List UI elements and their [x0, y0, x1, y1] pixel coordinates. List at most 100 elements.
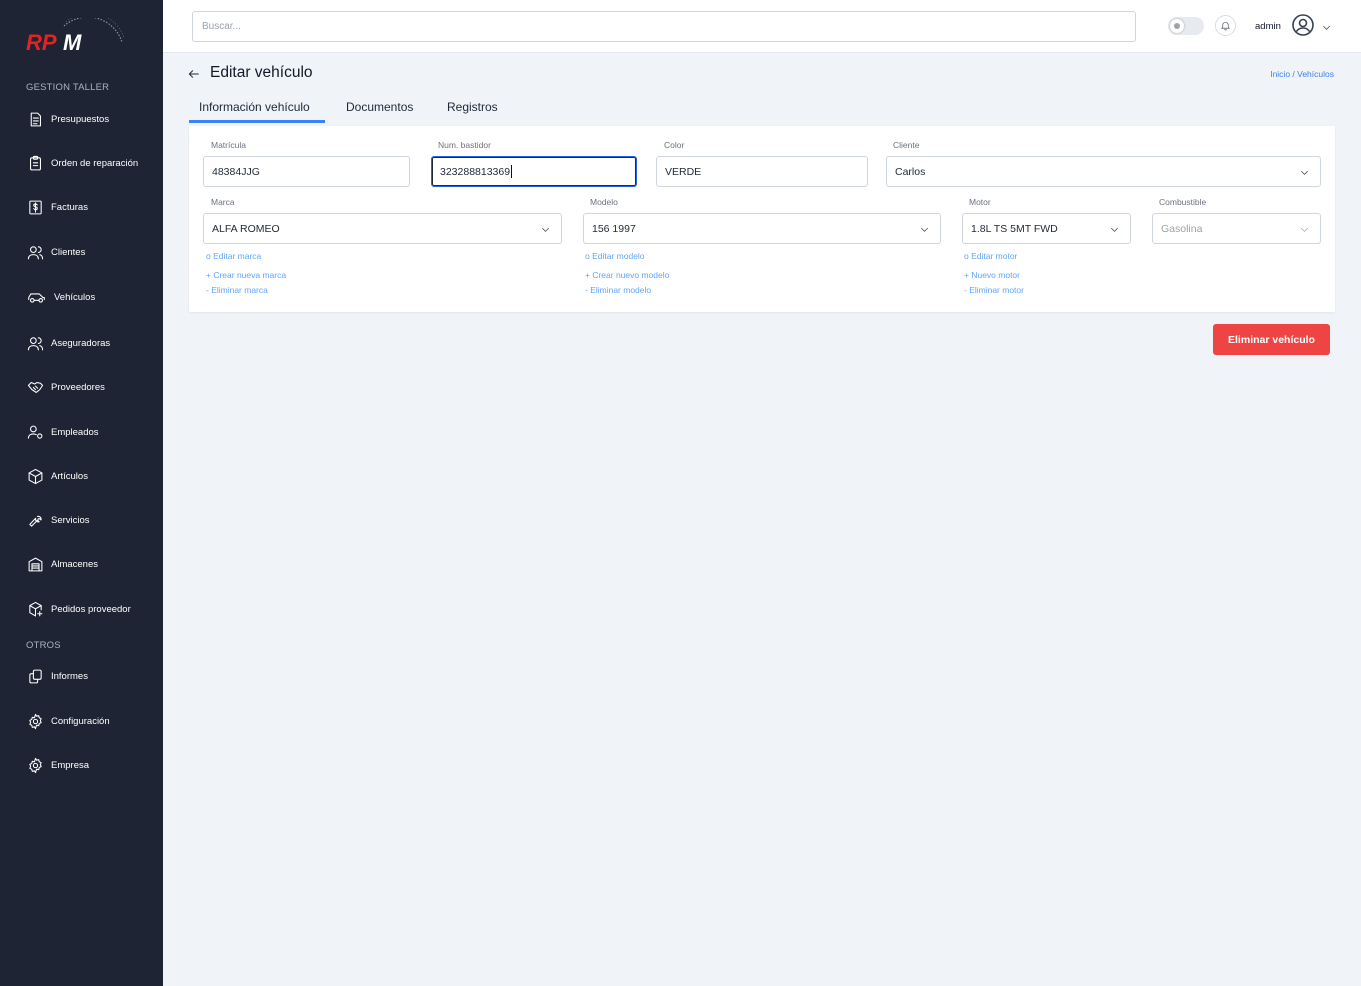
sidebar-item-empresa[interactable]: Empresa — [26, 754, 89, 776]
sidebar: RP M GESTION TALLER Presupuestos Orden d… — [0, 0, 163, 986]
car-icon — [26, 288, 47, 306]
wrench-icon — [26, 511, 44, 529]
theme-toggle[interactable] — [1168, 17, 1204, 35]
box-icon — [26, 467, 44, 485]
sidebar-item-label: Vehículos — [54, 291, 96, 303]
sidebar-item-almacenes[interactable]: Almacenes — [26, 553, 98, 575]
sidebar-item-label: Almacenes — [51, 558, 98, 570]
user-settings-icon — [26, 423, 44, 441]
combustible-value: Gasolina — [1161, 222, 1203, 235]
sidebar-item-label: Clientes — [51, 246, 86, 258]
package-add-icon — [26, 600, 44, 618]
chevron-down-icon — [540, 224, 551, 235]
delete-modelo-link[interactable]: - Eliminar modelo — [585, 285, 651, 295]
svg-text:M: M — [63, 30, 82, 55]
sidebar-item-presupuestos[interactable]: Presupuestos — [26, 108, 109, 130]
sidebar-item-articulos[interactable]: Artículos — [26, 465, 88, 487]
text-caret — [511, 165, 513, 178]
users-icon — [26, 243, 44, 261]
matricula-field[interactable]: 48384JJG — [203, 156, 410, 187]
topbar: admin — [163, 0, 1361, 53]
clipboard-icon — [26, 154, 44, 172]
sidebar-item-label: Informes — [51, 670, 88, 682]
sidebar-item-label: Presupuestos — [51, 113, 110, 125]
sidebar-item-label: Configuración — [51, 715, 110, 727]
combustible-label: Combustible — [1159, 197, 1207, 207]
users-icon — [26, 334, 44, 352]
delete-marca-link[interactable]: - Eliminar marca — [206, 285, 268, 295]
tab-documentos[interactable]: Documentos — [346, 100, 413, 114]
handshake-icon — [26, 378, 44, 396]
color-value: VERDE — [665, 165, 702, 178]
color-label: Color — [664, 140, 685, 150]
color-field[interactable]: VERDE — [656, 156, 868, 187]
sidebar-item-orden-reparacion[interactable]: Orden de reparación — [26, 152, 138, 174]
edit-modelo-link[interactable]: o Editar modelo — [585, 251, 645, 261]
gear-icon — [26, 712, 44, 730]
sidebar-item-label: Empresa — [51, 759, 90, 771]
sidebar-item-clientes[interactable]: Clientes — [26, 241, 85, 263]
bell-icon[interactable] — [1215, 15, 1236, 36]
warehouse-icon — [26, 555, 44, 573]
chevron-down-icon — [1299, 224, 1310, 235]
chevron-down-icon — [1109, 224, 1120, 235]
combustible-select[interactable]: Gasolina — [1152, 213, 1321, 244]
sidebar-item-pedidos-proveedor[interactable]: Pedidos proveedor — [26, 598, 131, 620]
sidebar-item-label: Pedidos proveedor — [51, 603, 131, 615]
sidebar-item-facturas[interactable]: Facturas — [26, 196, 88, 218]
sidebar-item-label: Orden de reparación — [51, 157, 139, 169]
create-modelo-link[interactable]: + Crear nuevo modelo — [585, 270, 669, 280]
search-input[interactable] — [192, 11, 1136, 42]
chevron-down-icon — [919, 224, 930, 235]
rpm-logo[interactable]: RP M — [26, 12, 126, 56]
gear-icon — [26, 756, 44, 774]
edit-motor-link[interactable]: o Editar motor — [964, 251, 1017, 261]
sidebar-item-label: Proveedores — [51, 381, 105, 393]
sidebar-item-aseguradoras[interactable]: Aseguradoras — [26, 332, 110, 354]
sidebar-item-label: Aseguradoras — [51, 337, 111, 349]
sidebar-item-informes[interactable]: Informes — [26, 665, 88, 687]
delete-vehicle-button[interactable]: Eliminar vehículo — [1213, 324, 1330, 355]
section-gestion-taller: GESTION TALLER — [26, 82, 110, 93]
cliente-label: Cliente — [893, 140, 920, 150]
modelo-value: 156 1997 — [592, 222, 636, 235]
sidebar-item-configuracion[interactable]: Configuración — [26, 710, 110, 732]
page-title: Editar vehículo — [210, 64, 313, 81]
motor-label: Motor — [969, 197, 991, 207]
user-avatar-icon[interactable] — [1291, 13, 1315, 37]
marca-label: Marca — [211, 197, 235, 207]
sidebar-item-empleados[interactable]: Empleados — [26, 421, 99, 443]
chevron-down-icon[interactable] — [1321, 20, 1332, 31]
user-name[interactable]: admin — [1255, 21, 1281, 32]
sidebar-item-servicios[interactable]: Servicios — [26, 509, 90, 531]
tab-registros[interactable]: Registros — [447, 100, 498, 114]
modelo-label: Modelo — [590, 197, 618, 207]
bastidor-field[interactable]: 323288813369 — [431, 156, 637, 187]
copy-icon — [26, 667, 44, 685]
sidebar-item-proveedores[interactable]: Proveedores — [26, 376, 105, 398]
invoice-dollar-icon — [26, 198, 44, 216]
marca-value: ALFA ROMEO — [212, 222, 280, 235]
create-motor-link[interactable]: + Nuevo motor — [964, 270, 1020, 280]
matricula-label: Matrícula — [211, 140, 246, 150]
tab-informacion-vehiculo[interactable]: Información vehículo — [199, 100, 310, 114]
delete-motor-link[interactable]: - Eliminar motor — [964, 285, 1024, 295]
bastidor-value: 323288813369 — [440, 165, 511, 178]
edit-marca-link[interactable]: o Editar marca — [206, 251, 261, 261]
breadcrumb[interactable]: Inicio / Vehículos — [1270, 69, 1334, 79]
svg-text:RP: RP — [26, 30, 57, 55]
sidebar-item-vehiculos[interactable]: Vehículos — [26, 286, 95, 308]
back-arrow-icon[interactable] — [187, 67, 201, 81]
modelo-select[interactable]: 156 1997 — [583, 213, 941, 244]
cliente-value: Carlos — [895, 165, 926, 178]
cliente-select[interactable]: Carlos — [886, 156, 1321, 187]
motor-select[interactable]: 1.8L TS 5MT FWD — [962, 213, 1131, 244]
chevron-down-icon — [1299, 167, 1310, 178]
sun-icon — [1170, 19, 1184, 33]
marca-select[interactable]: ALFA ROMEO — [203, 213, 562, 244]
bastidor-label: Num. bastidor — [438, 140, 491, 150]
matricula-value: 48384JJG — [212, 165, 260, 178]
create-marca-link[interactable]: + Crear nueva marca — [206, 270, 286, 280]
sidebar-item-label: Artículos — [51, 470, 88, 482]
motor-value: 1.8L TS 5MT FWD — [971, 222, 1058, 235]
